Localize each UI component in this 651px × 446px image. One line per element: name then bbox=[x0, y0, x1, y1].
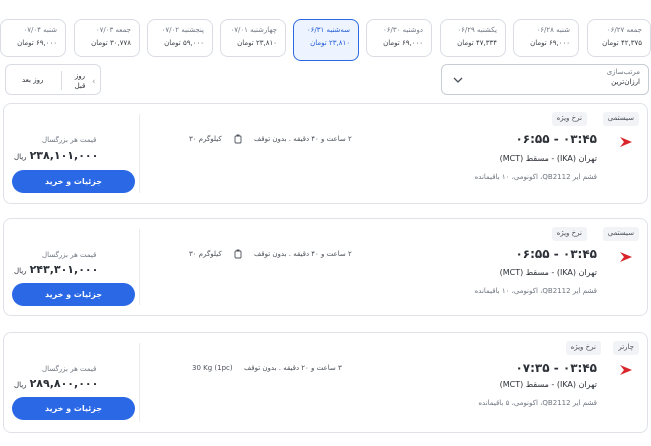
baggage-allowance: ۳۰ کیلوگرم bbox=[189, 135, 222, 143]
flight-times: ۰۳:۴۵ - ۰۶:۵۵ bbox=[515, 132, 597, 146]
date-tab-day: یکشنبه ۰۶/۲۹ bbox=[457, 26, 497, 34]
tag-fare: نرخ ویژه bbox=[565, 341, 601, 355]
date-tab-price: ۲۳,۸۱۰ تومان bbox=[310, 39, 350, 47]
nav-divider bbox=[61, 71, 62, 90]
baggage-allowance: ۳۰ کیلوگرم bbox=[189, 250, 222, 258]
date-tab-6[interactable]: پنجشنبه ۰۷/۰۲ ۵۹,۰۰۰ تومان bbox=[147, 19, 213, 57]
date-tab-0[interactable]: جمعه ۰۶/۲۷ ۴۲,۳۷۵ تومان bbox=[587, 19, 651, 57]
flight-card: سیستمی نرخ ویژه ۰۳:۴۵ - ۰۶:۵۵ تهران (IKA… bbox=[3, 218, 648, 316]
price-value: ۲۸۹,۸۰۰,۰۰۰ریال bbox=[14, 377, 98, 390]
date-tab-price: ۴۲,۳۷۵ تومان bbox=[602, 39, 642, 47]
card-divider bbox=[139, 114, 140, 193]
date-tab-day: دوشنبه ۰۶/۳۰ bbox=[383, 26, 423, 34]
flight-duration: ۲ ساعت و ۴۰ دقیقه . بدون توقف bbox=[254, 135, 352, 143]
date-tab-day: پنجشنبه ۰۷/۰۲ bbox=[161, 26, 204, 34]
flight-times: ۰۳:۴۵ - ۰۷:۳۵ bbox=[515, 361, 597, 375]
price-label: قیمت هر بزرگسال bbox=[42, 136, 97, 144]
flight-info: قشم ایر QB2112، اکونومی، ۱۰ باقیمانده bbox=[474, 287, 597, 295]
price-value: ۲۳۸,۱۰۱,۰۰۰ریال bbox=[14, 149, 98, 162]
flight-card: سیستمی نرخ ویژه ۰۳:۴۵ - ۰۶:۵۵ تهران (IKA… bbox=[3, 103, 648, 204]
price-currency: ریال bbox=[14, 153, 27, 161]
date-tab-4-selected[interactable]: سه‌شنبه ۰۶/۳۱ ۲۳,۸۱۰ تومان bbox=[293, 19, 359, 61]
airline-logo-icon bbox=[620, 137, 632, 147]
date-tab-7[interactable]: جمعه ۰۷/۰۳ ۳۰,۷۷۸ تومان bbox=[74, 19, 140, 57]
tag-fare: نرخ ویژه bbox=[551, 112, 587, 126]
details-and-buy-button[interactable]: جزئیات و خرید bbox=[12, 283, 135, 306]
date-tab-8[interactable]: شنبه ۰۷/۰۴ ۶۹,۰۰۰ تومان bbox=[0, 19, 66, 57]
date-tab-price: ۲۳,۸۱۰ تومان bbox=[237, 39, 277, 47]
tag-type: سیستمی bbox=[602, 227, 639, 241]
airline-logo-icon bbox=[620, 365, 632, 375]
price-label: قیمت هر بزرگسال bbox=[42, 251, 97, 259]
date-tab-2[interactable]: یکشنبه ۰۶/۲۹ ۴۷,۳۳۴ تومان bbox=[440, 19, 506, 57]
airline-logo-icon bbox=[620, 252, 632, 262]
chevron-down-icon bbox=[453, 77, 463, 83]
date-tab-day: شنبه ۰۶/۲۸ bbox=[536, 26, 570, 34]
price-amount: ۲۳۸,۱۰۱,۰۰۰ bbox=[29, 149, 99, 162]
flight-info: قشم ایر QB2112، اکونومی، ۱۰ باقیمانده bbox=[474, 173, 597, 181]
date-tab-price: ۵۹,۰۰۰ تومان bbox=[164, 39, 204, 47]
flight-card: چارتر نرخ ویژه ۰۳:۴۵ - ۰۷:۳۵ تهران (IKA)… bbox=[3, 332, 648, 433]
date-tab-day: جمعه ۰۷/۰۳ bbox=[95, 26, 131, 34]
tag-type: چارتر bbox=[613, 341, 639, 355]
price-amount: ۲۸۹,۸۰۰,۰۰۰ bbox=[29, 377, 99, 390]
date-tab-day: چهارشنبه ۰۷/۰۱ bbox=[230, 26, 277, 34]
baggage-icon bbox=[234, 249, 242, 259]
flight-duration: ۳ ساعت و ۲۰ دقیقه . بدون توقف bbox=[244, 364, 342, 372]
sort-value: ارزان‌ترین bbox=[611, 78, 640, 86]
flight-route: تهران (IKA) - مسقط (MCT) bbox=[499, 154, 597, 163]
day-navigation: روز بعد روز قبل ‹ bbox=[5, 64, 101, 95]
prev-day-button[interactable]: روز قبل bbox=[69, 71, 91, 91]
price-currency: ریال bbox=[14, 381, 27, 389]
price-currency: ریال bbox=[14, 267, 27, 275]
baggage-allowance: 30 Kg (1pc) bbox=[192, 364, 233, 372]
price-amount: ۲۴۳,۳۰۱,۰۰۰ bbox=[29, 263, 99, 276]
card-divider bbox=[139, 229, 140, 305]
date-tab-1[interactable]: شنبه ۰۶/۲۸ ۶۹,۰۰۰ تومان bbox=[513, 19, 579, 57]
date-tab-price: ۴۷,۳۳۴ تومان bbox=[457, 39, 497, 47]
tag-fare: نرخ ویژه bbox=[551, 227, 587, 241]
baggage-icon bbox=[234, 134, 242, 144]
sort-label: مرتب‌سازی bbox=[606, 68, 640, 76]
date-tab-3[interactable]: دوشنبه ۰۶/۳۰ ۶۹,۰۰۰ تومان bbox=[366, 19, 432, 57]
details-and-buy-button[interactable]: جزئیات و خرید bbox=[12, 170, 135, 193]
date-tab-day: جمعه ۰۶/۲۷ bbox=[606, 26, 642, 34]
date-tab-price: ۶۹,۰۰۰ تومان bbox=[17, 39, 57, 47]
date-tab-price: ۳۰,۷۷۸ تومان bbox=[91, 39, 131, 47]
date-strip: جمعه ۰۶/۲۷ ۴۲,۳۷۵ تومان شنبه ۰۶/۲۸ ۶۹,۰۰… bbox=[0, 9, 651, 61]
date-tab-price: ۶۹,۰۰۰ تومان bbox=[530, 39, 570, 47]
sort-dropdown[interactable]: مرتب‌سازی ارزان‌ترین bbox=[441, 64, 649, 95]
flight-times: ۰۳:۴۵ - ۰۶:۵۵ bbox=[515, 247, 597, 261]
card-divider bbox=[139, 343, 140, 422]
chevron-left-icon: ‹ bbox=[92, 77, 96, 87]
price-value: ۲۴۳,۳۰۱,۰۰۰ریال bbox=[14, 263, 98, 276]
date-tab-day: سه‌شنبه ۰۶/۳۱ bbox=[306, 26, 350, 34]
flight-route: تهران (IKA) - مسقط (MCT) bbox=[499, 268, 597, 277]
flight-duration: ۲ ساعت و ۴۰ دقیقه . بدون توقف bbox=[254, 250, 352, 258]
date-tab-day: شنبه ۰۷/۰۴ bbox=[23, 26, 57, 34]
tag-type: سیستمی bbox=[602, 112, 639, 126]
date-tab-price: ۶۹,۰۰۰ تومان bbox=[383, 39, 423, 47]
flight-info: قشم ایر QB2112، اکونومی، ۵ باقیمانده bbox=[478, 399, 597, 407]
flight-route: تهران (IKA) - مسقط (MCT) bbox=[499, 380, 597, 389]
price-label: قیمت هر بزرگسال bbox=[42, 365, 97, 373]
details-and-buy-button[interactable]: جزئیات و خرید bbox=[12, 397, 135, 420]
date-tab-5[interactable]: چهارشنبه ۰۷/۰۱ ۲۳,۸۱۰ تومان bbox=[220, 19, 286, 57]
next-day-button[interactable]: روز بعد bbox=[22, 76, 43, 84]
